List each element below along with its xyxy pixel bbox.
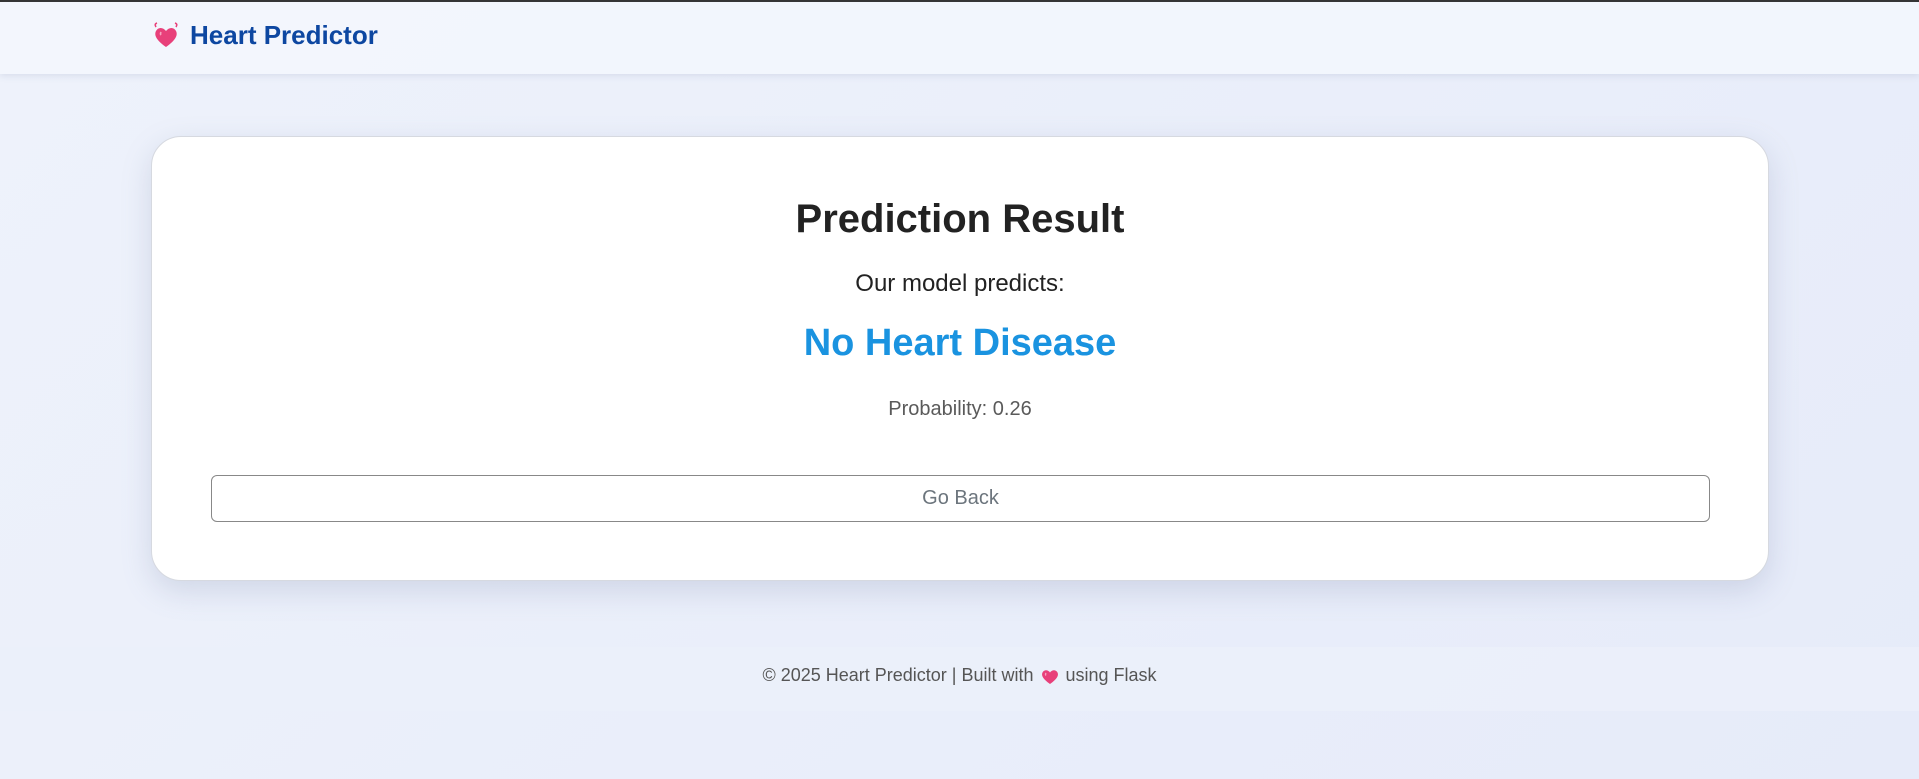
heart-icon: [1040, 666, 1060, 686]
probability-label: Probability:: [888, 398, 988, 420]
footer-text-after: using Flask: [1065, 665, 1157, 685]
page-title: Prediction Result: [795, 197, 1125, 241]
heart-icon: [152, 21, 180, 50]
prediction-intro: Our model predicts:: [855, 270, 1065, 297]
result-card: Prediction Result Our model predicts: No…: [151, 136, 1769, 581]
footer: © 2025 Heart Predictor | Built with usin…: [0, 647, 1919, 711]
brand-title: Heart Predictor: [190, 20, 378, 50]
brand-link[interactable]: Heart Predictor: [152, 20, 378, 51]
probability-value: 0.26: [992, 398, 1032, 420]
go-back-button[interactable]: Go Back: [211, 475, 1710, 522]
probability-text: Probability: 0.26: [152, 398, 1768, 421]
footer-text: © 2025 Heart Predictor | Built with usin…: [0, 665, 1919, 686]
navbar: Heart Predictor: [0, 2, 1919, 74]
footer-text-before: © 2025 Heart Predictor | Built with: [762, 665, 1034, 685]
prediction-result: No Heart Disease: [803, 322, 1117, 364]
